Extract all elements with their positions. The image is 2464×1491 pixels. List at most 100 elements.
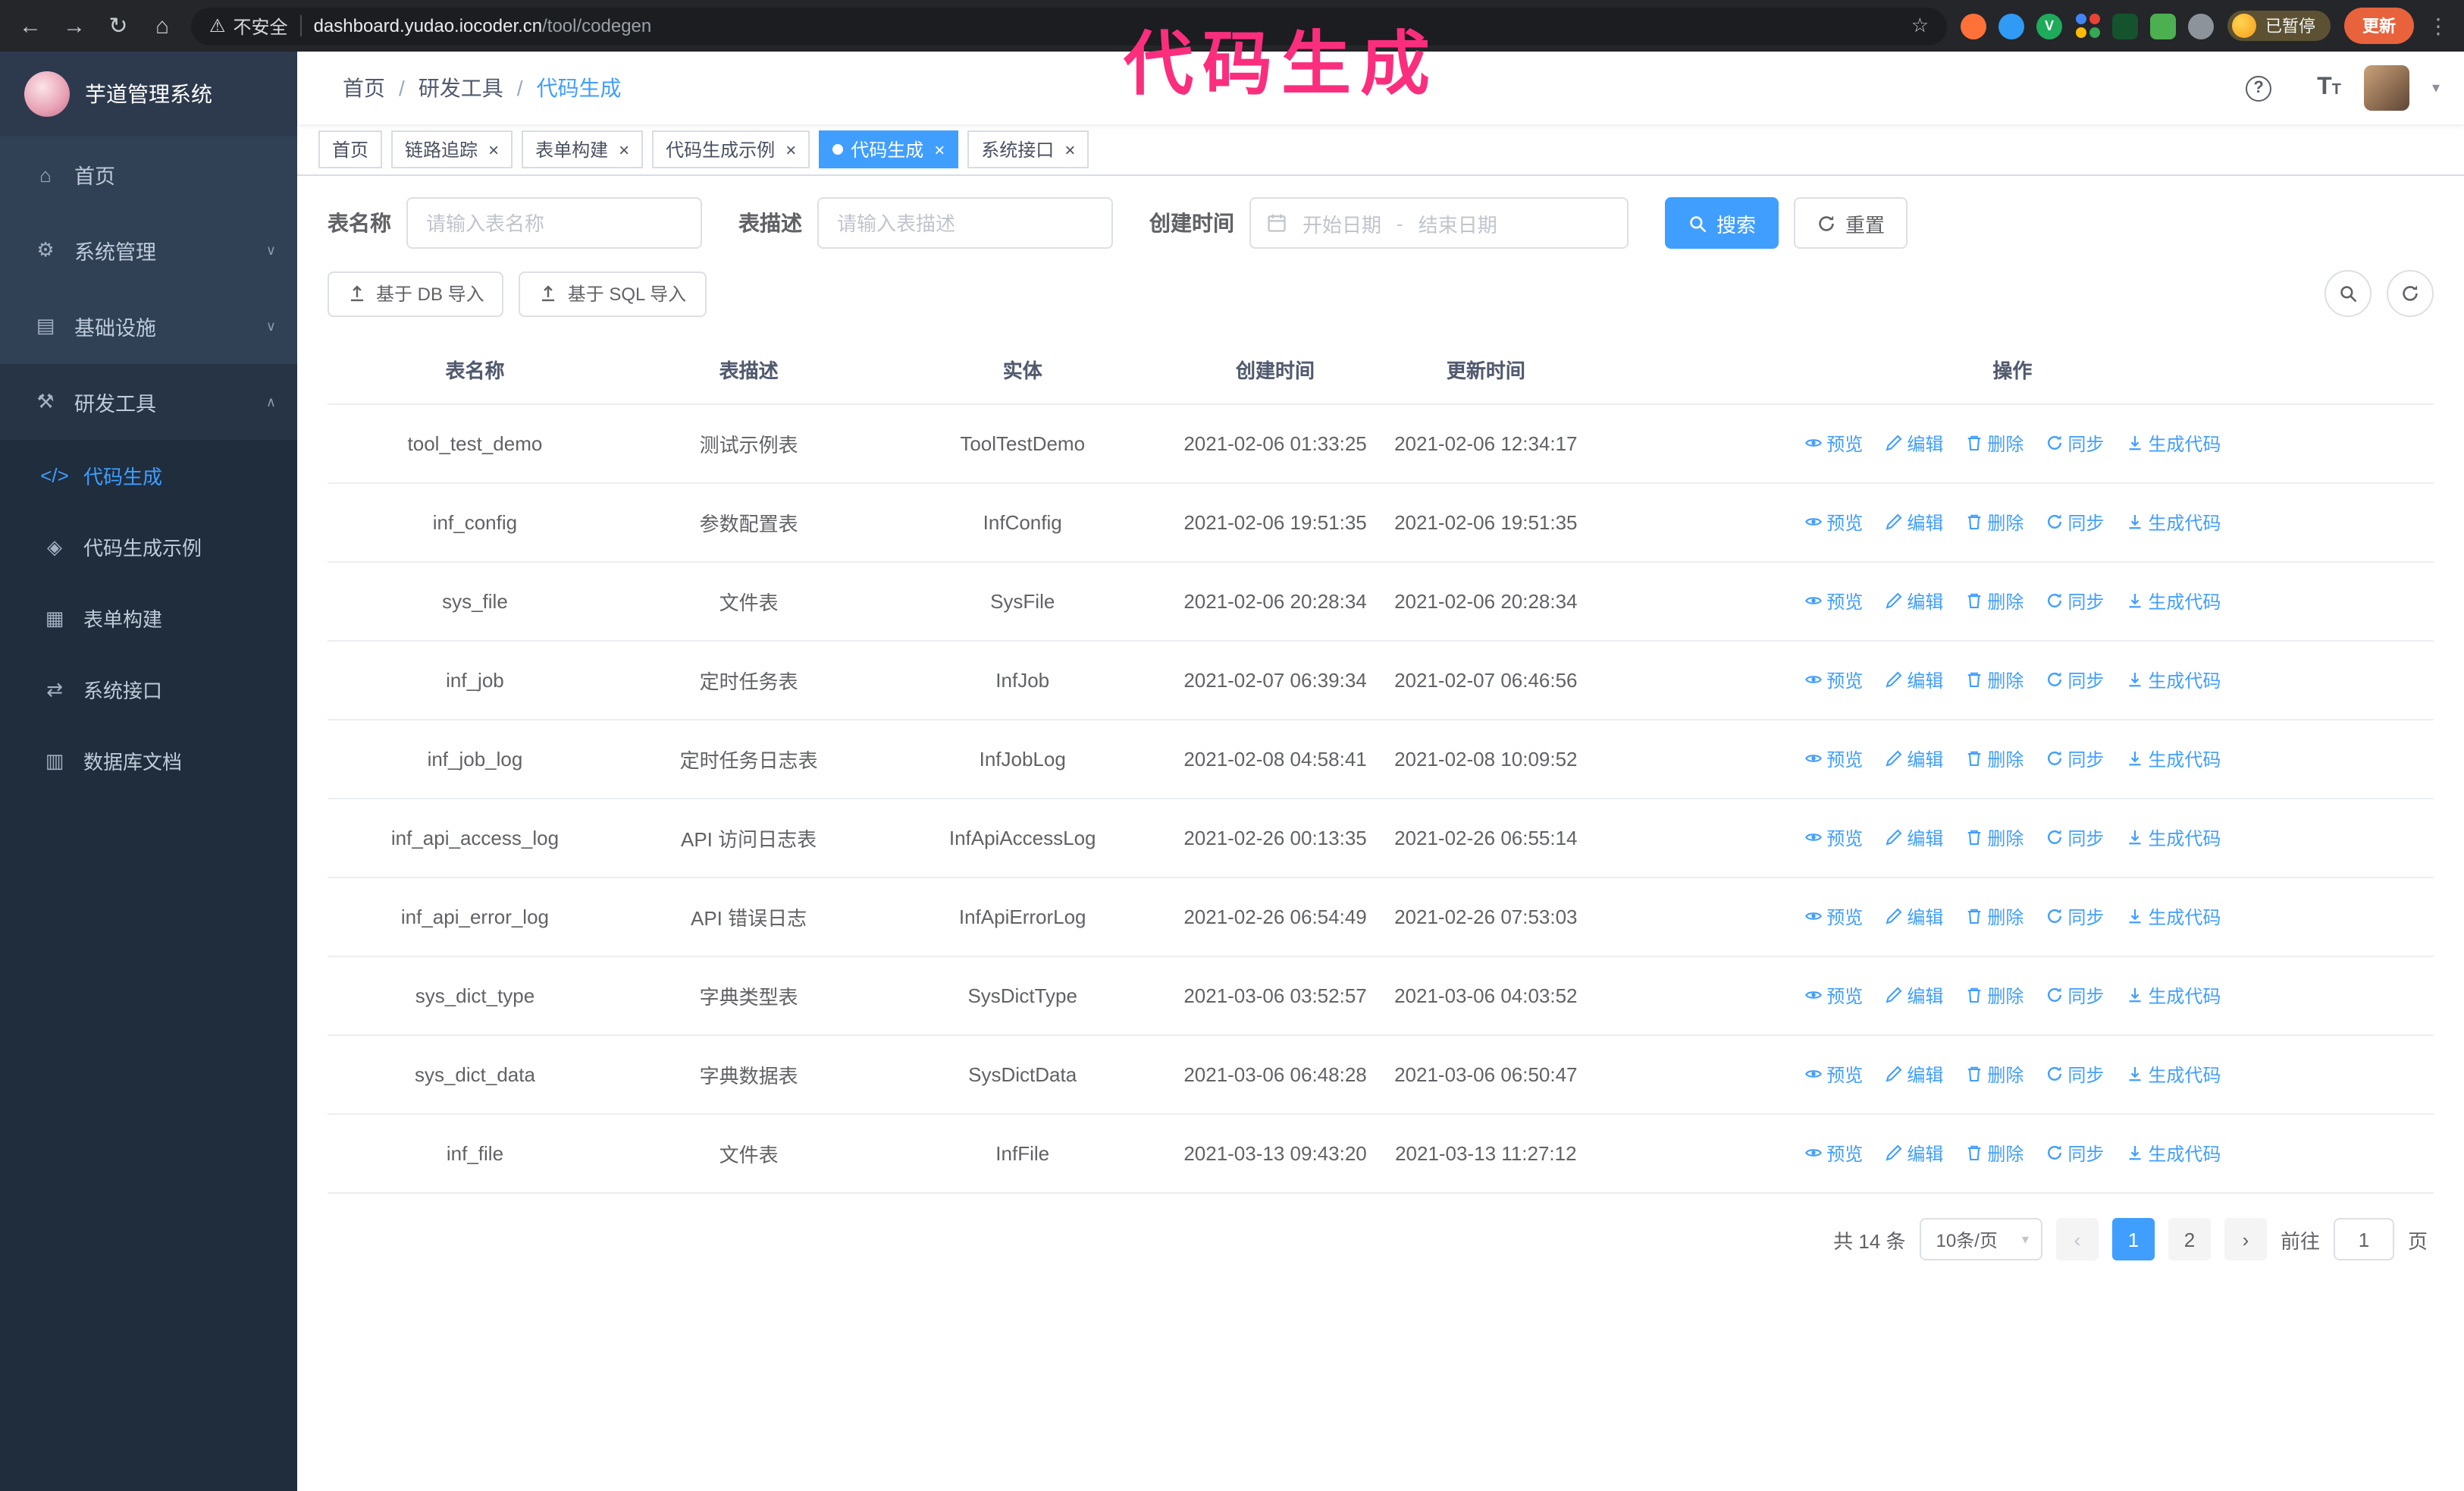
- extension-icon[interactable]: V: [2036, 13, 2062, 39]
- row-action-delete[interactable]: 删除: [1964, 983, 2024, 1009]
- search-button[interactable]: 搜索: [1665, 197, 1779, 249]
- tab-codegen[interactable]: 代码生成 ×: [819, 130, 959, 168]
- row-action-sync[interactable]: 同步: [2045, 589, 2104, 614]
- sidebar-item-home[interactable]: ⌂ 首页: [0, 137, 297, 212]
- row-action-delete[interactable]: 删除: [1964, 904, 2024, 930]
- close-icon[interactable]: ×: [1064, 140, 1075, 159]
- row-action-sync[interactable]: 同步: [2045, 746, 2104, 772]
- row-action-delete[interactable]: 删除: [1964, 746, 2024, 772]
- tab-home[interactable]: 首页: [318, 130, 383, 168]
- row-action-generate[interactable]: 生成代码: [2125, 589, 2221, 614]
- row-action-edit[interactable]: 编辑: [1884, 1141, 1943, 1166]
- row-action-edit[interactable]: 编辑: [1884, 746, 1943, 772]
- row-action-edit[interactable]: 编辑: [1884, 431, 1943, 457]
- breadcrumb-item[interactable]: 首页: [343, 73, 385, 103]
- sidebar-item-form-builder[interactable]: ▦ 表单构建: [0, 582, 297, 654]
- row-action-delete[interactable]: 删除: [1964, 667, 2024, 693]
- row-action-delete[interactable]: 删除: [1964, 510, 2024, 535]
- row-action-preview[interactable]: 预览: [1804, 904, 1863, 930]
- row-action-generate[interactable]: 生成代码: [2125, 1062, 2221, 1088]
- sidebar-item-infra[interactable]: ▤ 基础设施 ∨: [0, 288, 297, 364]
- sidebar-item-system[interactable]: ⚙ 系统管理 ∨: [0, 212, 297, 288]
- row-action-delete[interactable]: 删除: [1964, 431, 2024, 457]
- import-sql-button[interactable]: 基于 SQL 导入: [519, 271, 707, 316]
- row-action-edit[interactable]: 编辑: [1884, 904, 1943, 930]
- help-icon[interactable]: ?: [2246, 75, 2272, 101]
- row-action-edit[interactable]: 编辑: [1884, 1062, 1943, 1088]
- row-action-generate[interactable]: 生成代码: [2125, 825, 2221, 851]
- page-1-button[interactable]: 1: [2111, 1218, 2155, 1260]
- page-2-button[interactable]: 2: [2168, 1218, 2211, 1260]
- browser-menu-icon[interactable]: ⋮: [2428, 13, 2449, 39]
- tab-codegen-example[interactable]: 代码生成示例 ×: [652, 130, 810, 168]
- sidebar-item-system-api[interactable]: ⇄ 系统接口: [0, 654, 297, 725]
- breadcrumb-item[interactable]: 研发工具: [419, 73, 503, 103]
- row-action-preview[interactable]: 预览: [1804, 589, 1863, 614]
- tab-form-builder[interactable]: 表单构建 ×: [522, 130, 644, 168]
- tab-system-api[interactable]: 系统接口 ×: [967, 130, 1089, 168]
- row-action-edit[interactable]: 编辑: [1884, 983, 1943, 1009]
- row-action-generate[interactable]: 生成代码: [2125, 983, 2221, 1009]
- row-action-preview[interactable]: 预览: [1804, 825, 1863, 851]
- sidebar-item-codegen[interactable]: </> 代码生成: [0, 440, 297, 511]
- row-action-edit[interactable]: 编辑: [1884, 589, 1943, 614]
- row-action-generate[interactable]: 生成代码: [2125, 510, 2221, 535]
- close-icon[interactable]: ×: [488, 140, 499, 159]
- page-size-select[interactable]: 10条/页 ▾: [1919, 1218, 2042, 1260]
- reload-button[interactable]: ↻: [103, 12, 133, 39]
- font-size-icon[interactable]: TT: [2317, 75, 2341, 100]
- row-action-generate[interactable]: 生成代码: [2125, 746, 2221, 772]
- forward-button[interactable]: →: [59, 13, 89, 39]
- table-name-input[interactable]: [406, 197, 702, 249]
- security-indicator[interactable]: ⚠ 不安全: [209, 13, 288, 39]
- caret-down-icon[interactable]: ▾: [2432, 80, 2440, 96]
- extension-icon[interactable]: [2074, 13, 2100, 39]
- row-action-delete[interactable]: 删除: [1964, 1141, 2024, 1166]
- row-action-delete[interactable]: 删除: [1964, 589, 2024, 614]
- goto-page-input[interactable]: [2333, 1218, 2394, 1260]
- row-action-sync[interactable]: 同步: [2045, 1062, 2104, 1088]
- row-action-sync[interactable]: 同步: [2045, 667, 2104, 693]
- bookmark-star-icon[interactable]: ☆: [1911, 14, 1929, 38]
- sidebar-item-db-doc[interactable]: ▥ 数据库文档: [0, 725, 297, 796]
- row-action-preview[interactable]: 预览: [1804, 510, 1863, 535]
- extension-icon[interactable]: [2112, 13, 2138, 39]
- address-bar[interactable]: ⚠ 不安全 dashboard.yudao.iocoder.cn /tool/c…: [191, 7, 1947, 45]
- close-icon[interactable]: ×: [934, 140, 945, 159]
- row-action-sync[interactable]: 同步: [2045, 983, 2104, 1009]
- row-action-preview[interactable]: 预览: [1804, 1062, 1863, 1088]
- home-button[interactable]: ⌂: [147, 13, 177, 39]
- reset-button[interactable]: 重置: [1794, 197, 1908, 249]
- date-range-picker[interactable]: 开始日期 - 结束日期: [1249, 197, 1629, 249]
- row-action-delete[interactable]: 删除: [1964, 1062, 2024, 1088]
- row-action-preview[interactable]: 预览: [1804, 983, 1863, 1009]
- row-action-preview[interactable]: 预览: [1804, 746, 1863, 772]
- row-action-sync[interactable]: 同步: [2045, 510, 2104, 535]
- sidebar-item-codegen-example[interactable]: ◈ 代码生成示例: [0, 511, 297, 582]
- sidebar-item-devtools[interactable]: ⚒ 研发工具 ∧: [0, 364, 297, 440]
- row-action-preview[interactable]: 预览: [1804, 667, 1863, 693]
- row-action-edit[interactable]: 编辑: [1884, 510, 1943, 535]
- paused-badge[interactable]: 已暂停: [2227, 11, 2331, 41]
- extension-icon[interactable]: [2188, 13, 2214, 39]
- row-action-sync[interactable]: 同步: [2045, 431, 2104, 457]
- close-icon[interactable]: ×: [785, 140, 796, 159]
- row-action-preview[interactable]: 预览: [1804, 1141, 1863, 1166]
- toggle-search-button[interactable]: [2324, 270, 2372, 317]
- import-db-button[interactable]: 基于 DB 导入: [328, 271, 504, 316]
- table-desc-input[interactable]: [817, 197, 1113, 249]
- row-action-sync[interactable]: 同步: [2045, 825, 2104, 851]
- row-action-generate[interactable]: 生成代码: [2125, 667, 2221, 693]
- row-action-preview[interactable]: 预览: [1804, 431, 1863, 457]
- row-action-delete[interactable]: 删除: [1964, 825, 2024, 851]
- update-button[interactable]: 更新: [2344, 8, 2414, 44]
- row-action-edit[interactable]: 编辑: [1884, 667, 1943, 693]
- row-action-generate[interactable]: 生成代码: [2125, 904, 2221, 930]
- prev-page-button[interactable]: ‹: [2055, 1218, 2099, 1260]
- row-action-generate[interactable]: 生成代码: [2125, 1141, 2221, 1166]
- row-action-edit[interactable]: 编辑: [1884, 825, 1943, 851]
- extension-icon[interactable]: [2150, 13, 2176, 39]
- extension-icon[interactable]: [1961, 13, 1986, 39]
- close-icon[interactable]: ×: [619, 140, 629, 159]
- next-page-button[interactable]: ›: [2224, 1218, 2267, 1260]
